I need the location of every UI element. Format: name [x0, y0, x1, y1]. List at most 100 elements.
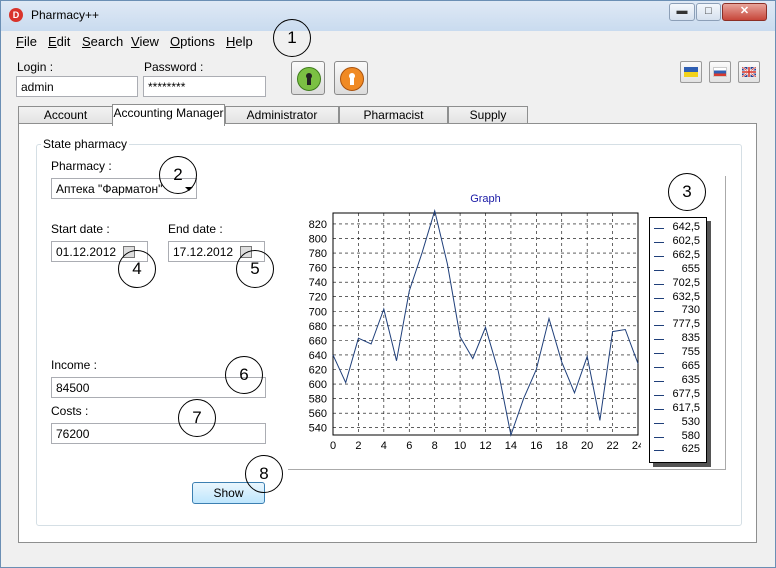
maximize-icon[interactable]: □: [696, 3, 721, 21]
legend-value: 777,5: [672, 318, 700, 331]
legend-line-swatch: [654, 408, 664, 410]
legend-line-swatch: [654, 367, 664, 368]
green-keyhole-icon: [297, 67, 321, 91]
menu-edit[interactable]: Edit: [48, 34, 70, 49]
legend-line-swatch: [654, 394, 664, 396]
pharmacy-app-icon: D: [9, 8, 23, 22]
legend-value: 662,5: [672, 248, 700, 261]
legend-line-swatch: [654, 241, 664, 243]
menu-view[interactable]: View: [131, 34, 159, 49]
login-button[interactable]: [291, 61, 325, 95]
legend-value: 730: [681, 304, 700, 317]
callout-4: 4: [118, 250, 156, 288]
legend-line-swatch: [654, 228, 664, 229]
x-tick-label: 20: [581, 440, 593, 452]
legend-item: 632,5: [650, 291, 706, 305]
callout-5: 5: [236, 250, 274, 288]
legend-value: 835: [681, 332, 700, 345]
y-tick-label: 700: [309, 306, 327, 318]
ukraine-flag-icon: [684, 67, 698, 77]
callout-6: 6: [225, 356, 263, 394]
russia-flag-icon: [713, 67, 727, 77]
pharmacy-select-value: Аптека "Фарматон": [56, 182, 163, 196]
y-tick-label: 760: [309, 263, 327, 275]
x-tick-label: 12: [479, 440, 491, 452]
y-tick-label: 720: [309, 292, 327, 304]
legend-item: 702,5: [650, 277, 706, 291]
legend-value: 642,5: [672, 221, 700, 233]
close-icon[interactable]: ✕: [722, 3, 767, 21]
legend-value: 755: [681, 346, 700, 359]
legend-value: 617,5: [672, 401, 700, 414]
y-tick-label: 800: [309, 233, 327, 245]
legend-value: 632,5: [672, 290, 700, 303]
password-input[interactable]: ********: [143, 76, 266, 97]
x-tick-label: 22: [606, 440, 618, 452]
legend-item: 635: [650, 374, 706, 388]
tab-accounting-manager[interactable]: Accounting Manager: [112, 104, 225, 126]
legend-line-swatch: [654, 353, 664, 355]
legend-line-swatch: [654, 436, 664, 438]
x-tick-label: 2: [355, 440, 361, 452]
legend-value: 602,5: [672, 234, 700, 247]
legend-line-swatch: [654, 255, 664, 257]
legend-value: 665: [681, 360, 700, 372]
x-tick-label: 0: [330, 440, 336, 452]
y-tick-label: 680: [309, 321, 327, 333]
legend-item: 642,5: [650, 221, 706, 235]
callout-2: 2: [159, 156, 197, 194]
window-title: Pharmacy++: [31, 8, 100, 22]
y-tick-label: 580: [309, 394, 327, 406]
legend-value: 635: [681, 373, 700, 386]
x-tick-label: 6: [406, 440, 412, 452]
login-input[interactable]: admin: [16, 76, 138, 97]
y-tick-label: 600: [309, 379, 327, 391]
legend-item: 665: [650, 360, 706, 374]
callout-7: 7: [178, 399, 216, 437]
pharmacy-label: Pharmacy :: [51, 159, 112, 173]
callout-8: 8: [245, 455, 283, 493]
minimize-icon[interactable]: ▬: [669, 3, 695, 21]
end-date-value: 17.12.2012: [173, 245, 234, 259]
menu-options[interactable]: Options: [170, 34, 215, 49]
legend-item: 662,5: [650, 249, 706, 263]
y-tick-label: 560: [309, 408, 327, 420]
menu-help[interactable]: Help: [226, 34, 253, 49]
ukraine-flag-button[interactable]: [680, 61, 702, 83]
menu-file[interactable]: File: [16, 34, 37, 49]
x-tick-label: 18: [556, 440, 568, 452]
title-bar: D Pharmacy++ ▬ □ ✕: [1, 1, 775, 31]
menu-bar: File Edit Search View Options Help: [2, 31, 774, 51]
legend-line-swatch: [654, 297, 664, 299]
uk-flag-icon: [742, 67, 756, 77]
y-tick-label: 820: [309, 219, 327, 231]
uk-flag-button[interactable]: [738, 61, 760, 83]
orange-keyhole-icon: [340, 67, 364, 91]
x-tick-label: 10: [454, 440, 466, 452]
end-date-label: End date :: [168, 222, 223, 236]
chart-title: Graph: [470, 193, 501, 205]
legend-line-swatch: [654, 450, 664, 452]
group-title: State pharmacy: [41, 137, 130, 151]
legend-line-swatch: [654, 380, 664, 382]
legend-item: 602,5: [650, 235, 706, 249]
legend-item: 617,5: [650, 402, 706, 416]
main-window: D Pharmacy++ ▬ □ ✕ File Edit Search View…: [0, 0, 776, 568]
legend-item: 835: [650, 332, 706, 346]
legend-line-swatch: [654, 311, 664, 313]
legend-value: 702,5: [672, 276, 700, 289]
legend-value: 530: [681, 415, 700, 428]
y-tick-label: 620: [309, 364, 327, 376]
costs-input[interactable]: 76200: [51, 423, 266, 444]
legend-line-swatch: [654, 325, 664, 327]
menu-search[interactable]: Search: [82, 34, 123, 49]
x-tick-label: 4: [381, 440, 387, 452]
legend-item: 530: [650, 416, 706, 430]
legend-item: 580: [650, 430, 706, 444]
logout-button[interactable]: [334, 61, 368, 95]
legend-item: 677,5: [650, 388, 706, 402]
x-tick-label: 16: [530, 440, 542, 452]
y-tick-label: 540: [309, 423, 327, 435]
callout-3: 3: [668, 173, 706, 211]
russia-flag-button[interactable]: [709, 61, 731, 83]
